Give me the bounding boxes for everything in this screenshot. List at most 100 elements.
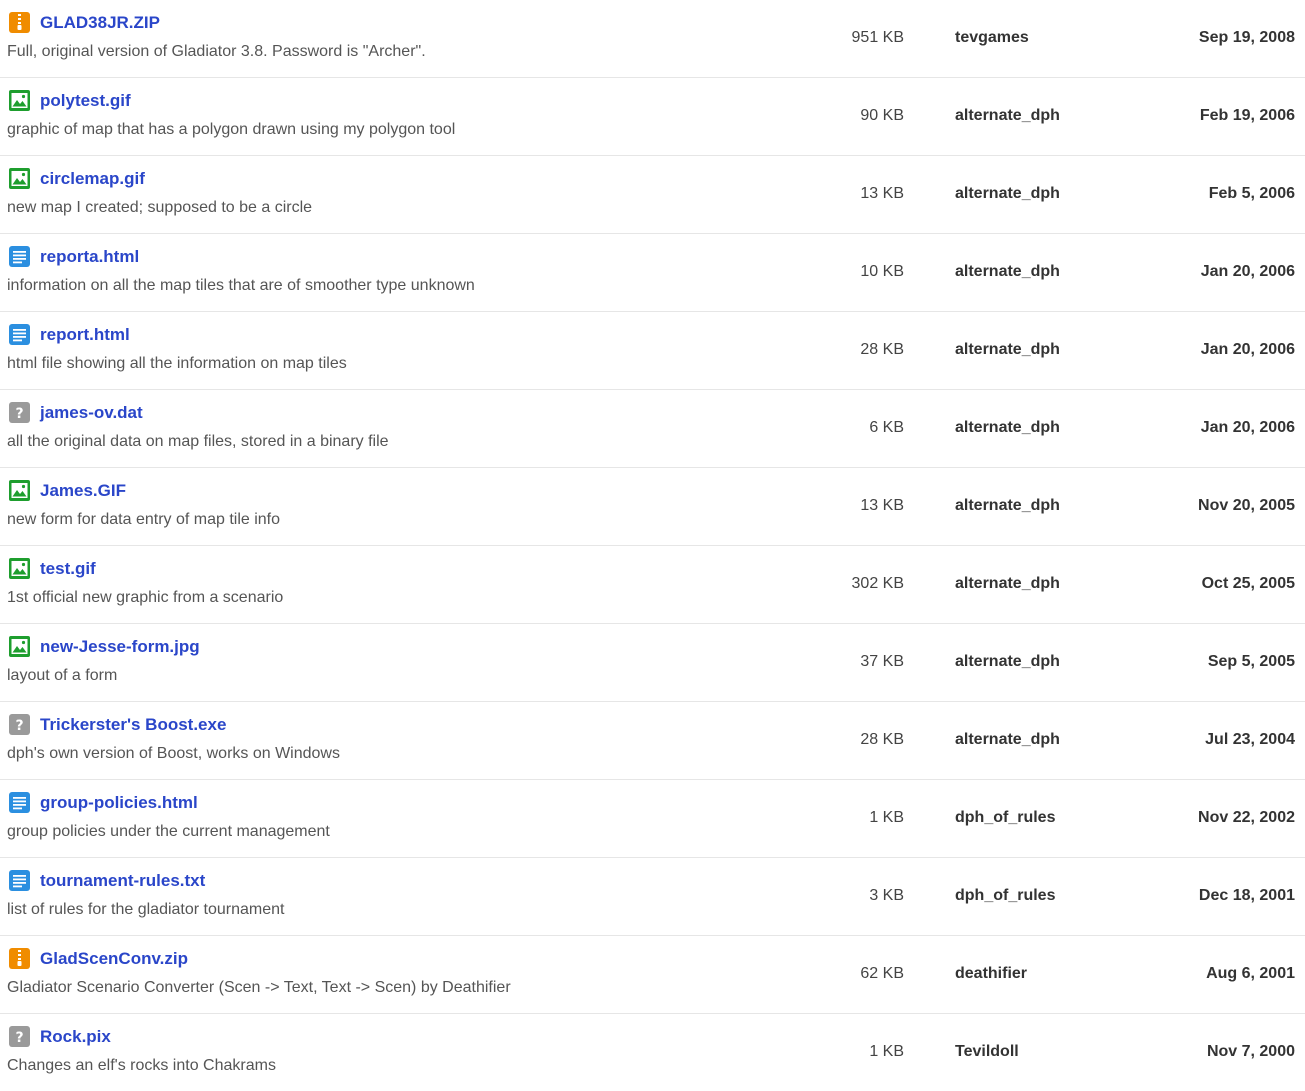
- document-icon: [9, 324, 30, 345]
- svg-text:?: ?: [15, 406, 23, 422]
- file-size: 62 KB: [860, 965, 904, 982]
- file-name-link[interactable]: reporta.html: [40, 247, 139, 267]
- file-name-link[interactable]: test.gif: [40, 559, 96, 579]
- file-date: Oct 25, 2005: [1201, 575, 1295, 592]
- file-date: Feb 5, 2006: [1208, 185, 1295, 202]
- file-description: information on all the map tiles that ar…: [7, 277, 475, 294]
- file-description: 1st official new graphic from a scenario: [7, 589, 284, 606]
- file-size: 13 KB: [860, 497, 904, 514]
- file-row: new-Jesse-form.jpg layout of a form 37 K…: [0, 624, 1305, 702]
- file-description: new map I created; supposed to be a circ…: [7, 199, 313, 216]
- unknown-file-icon: ?: [9, 714, 30, 735]
- file-uploader: alternate_dph: [955, 341, 1060, 358]
- file-uploader: alternate_dph: [955, 107, 1060, 124]
- file-row: ? Trickerster's Boost.exe dph's own vers…: [0, 702, 1305, 780]
- file-name-link[interactable]: tournament-rules.txt: [40, 871, 205, 891]
- file-row: test.gif 1st official new graphic from a…: [0, 546, 1305, 624]
- file-description: list of rules for the gladiator tourname…: [7, 901, 285, 918]
- file-name-link[interactable]: new-Jesse-form.jpg: [40, 637, 200, 657]
- file-uploader: alternate_dph: [955, 263, 1060, 280]
- file-name-link[interactable]: james-ov.dat: [40, 403, 143, 423]
- file-uploader: deathifier: [955, 965, 1028, 982]
- file-description: Changes an elf's rocks into Chakrams: [7, 1057, 276, 1074]
- file-description: Gladiator Scenario Converter (Scen -> Te…: [7, 979, 511, 996]
- file-row: tournament-rules.txt list of rules for t…: [0, 858, 1305, 936]
- image-icon: [9, 636, 30, 657]
- file-size: 13 KB: [860, 185, 904, 202]
- file-date: Nov 7, 2000: [1206, 1043, 1295, 1060]
- file-date: Jan 20, 2006: [1200, 419, 1295, 436]
- file-name-link[interactable]: GladScenConv.zip: [40, 949, 188, 969]
- file-size: 3 KB: [869, 887, 904, 904]
- file-size: 1 KB: [869, 1043, 904, 1060]
- file-uploader: alternate_dph: [955, 575, 1060, 592]
- file-row: ? james-ov.dat all the original data on …: [0, 390, 1305, 468]
- file-description: all the original data on map files, stor…: [7, 433, 389, 450]
- file-uploader: alternate_dph: [955, 653, 1060, 670]
- file-row: reporta.html information on all the map …: [0, 234, 1305, 312]
- file-description: dph's own version of Boost, works on Win…: [7, 745, 340, 762]
- file-name-link[interactable]: GLAD38JR.ZIP: [40, 13, 160, 33]
- image-icon: [9, 90, 30, 111]
- file-description: Full, original version of Gladiator 3.8.…: [7, 43, 426, 60]
- file-name-link[interactable]: circlemap.gif: [40, 169, 145, 189]
- file-row: group-policies.html group policies under…: [0, 780, 1305, 858]
- file-description: html file showing all the information on…: [7, 355, 347, 372]
- unknown-file-icon: ?: [9, 402, 30, 423]
- file-name-link[interactable]: polytest.gif: [40, 91, 131, 111]
- file-date: Dec 18, 2001: [1198, 887, 1295, 904]
- file-size: 10 KB: [860, 263, 904, 280]
- file-row: ? Rock.pix Changes an elf's rocks into C…: [0, 1014, 1305, 1091]
- file-date: Jan 20, 2006: [1200, 263, 1295, 280]
- file-name-link[interactable]: Rock.pix: [40, 1027, 111, 1047]
- file-date: Jul 23, 2004: [1205, 731, 1295, 748]
- file-description: layout of a form: [7, 667, 118, 684]
- file-size: 6 KB: [869, 419, 904, 436]
- file-date: Jan 20, 2006: [1200, 341, 1295, 358]
- file-uploader: alternate_dph: [955, 497, 1060, 514]
- image-icon: [9, 480, 30, 501]
- file-description: new form for data entry of map tile info: [7, 511, 281, 528]
- unknown-file-icon: ?: [9, 1026, 30, 1047]
- file-row: circlemap.gif new map I created; suppose…: [0, 156, 1305, 234]
- file-name-link[interactable]: James.GIF: [40, 481, 126, 501]
- file-description: graphic of map that has a polygon drawn …: [7, 121, 456, 138]
- file-date: Nov 22, 2002: [1198, 809, 1295, 826]
- file-date: Feb 19, 2006: [1199, 107, 1295, 124]
- file-size: 37 KB: [860, 653, 904, 670]
- image-icon: [9, 168, 30, 189]
- file-description: group policies under the current managem…: [7, 823, 330, 840]
- file-row: polytest.gif graphic of map that has a p…: [0, 78, 1305, 156]
- document-icon: [9, 792, 30, 813]
- file-row: GladScenConv.zip Gladiator Scenario Conv…: [0, 936, 1305, 1014]
- file-row: James.GIF new form for data entry of map…: [0, 468, 1305, 546]
- file-uploader: alternate_dph: [955, 731, 1060, 748]
- file-date: Sep 5, 2005: [1207, 653, 1295, 670]
- file-uploader: alternate_dph: [955, 185, 1060, 202]
- file-name-link[interactable]: Trickerster's Boost.exe: [40, 715, 226, 735]
- file-row: GLAD38JR.ZIP Full, original version of G…: [0, 0, 1305, 78]
- file-date: Nov 20, 2005: [1198, 497, 1295, 514]
- document-icon: [9, 870, 30, 891]
- archive-icon: [9, 948, 30, 969]
- file-name-link[interactable]: report.html: [40, 325, 130, 345]
- file-size: 302 KB: [851, 575, 904, 592]
- file-list: GLAD38JR.ZIP Full, original version of G…: [0, 0, 1305, 1091]
- file-size: 951 KB: [851, 29, 904, 46]
- file-name-link[interactable]: group-policies.html: [40, 793, 198, 813]
- svg-text:?: ?: [15, 718, 23, 734]
- file-size: 1 KB: [869, 809, 904, 826]
- file-uploader: Tevildoll: [955, 1043, 1019, 1060]
- file-uploader: alternate_dph: [955, 419, 1060, 436]
- svg-text:?: ?: [15, 1030, 23, 1046]
- file-uploader: dph_of_rules: [955, 887, 1056, 904]
- file-size: 28 KB: [860, 731, 904, 748]
- document-icon: [9, 246, 30, 267]
- archive-icon: [9, 12, 30, 33]
- file-uploader: tevgames: [955, 29, 1029, 46]
- image-icon: [9, 558, 30, 579]
- file-row: report.html html file showing all the in…: [0, 312, 1305, 390]
- file-uploader: dph_of_rules: [955, 809, 1056, 826]
- file-date: Aug 6, 2001: [1206, 965, 1295, 982]
- file-size: 90 KB: [860, 107, 904, 124]
